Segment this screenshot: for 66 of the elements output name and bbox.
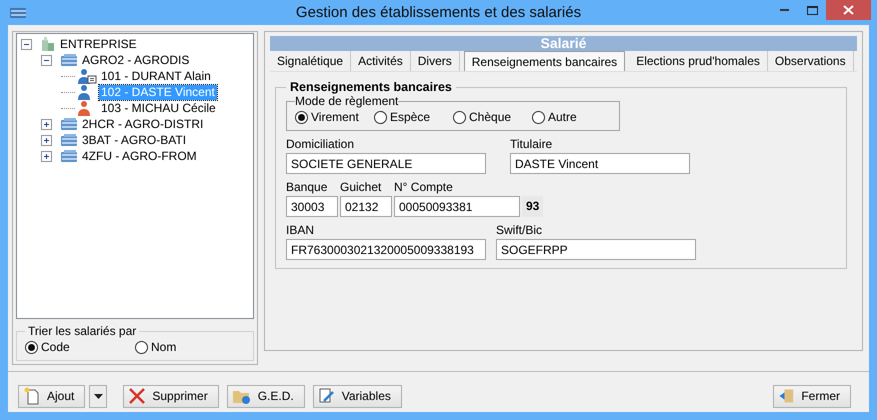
documents-button[interactable]: G.E.D. [226, 384, 305, 408]
expander-icon[interactable] [41, 134, 52, 146]
radio-button[interactable]: Chèque [453, 110, 532, 124]
radio-button[interactable]: Autre [532, 110, 611, 124]
expander-icon[interactable] [41, 118, 52, 130]
variables-button[interactable]: Variables [312, 384, 402, 408]
tab[interactable]: Divers [410, 51, 460, 71]
folder-stack-icon [60, 133, 78, 147]
field-label: Domiciliation [286, 137, 356, 151]
tree-item[interactable]: AGRO2 - AGRODIS [80, 52, 192, 68]
group-title: Renseignements bancaires [289, 80, 453, 94]
field-label: Swift/Bic [496, 223, 544, 237]
tab[interactable]: Activités [351, 51, 411, 71]
close-window-button[interactable]: Fermer [773, 384, 851, 408]
radio-button[interactable]: Virement [295, 110, 374, 124]
tree-item[interactable]: 3BAT - AGRO-BATI [80, 132, 188, 148]
input-field[interactable]: 30003 [286, 196, 338, 217]
exit-door-icon [778, 387, 796, 405]
field-label: Titulaire [510, 137, 554, 151]
close-button[interactable] [826, 0, 871, 20]
input-field[interactable]: FR7630003021320005009338193 [286, 239, 486, 260]
radio-button[interactable]: Code [25, 340, 135, 354]
tree-item[interactable]: 2HCR - AGRO-DISTRI [80, 116, 206, 132]
close-icon [843, 5, 854, 15]
tree-item[interactable]: 103 - MICHAU Cécile [99, 100, 218, 116]
tree-item[interactable]: 101 - DURANT Alain [99, 68, 213, 84]
radio-button[interactable]: Espèce [374, 110, 453, 124]
person-card-icon [77, 68, 97, 84]
field-label: N° Compte [394, 180, 454, 194]
input-field[interactable]: SOGEFRPP [496, 239, 696, 260]
panel-header: Salarié [270, 36, 857, 51]
folder-stack-icon [60, 53, 78, 67]
cross-icon [128, 387, 146, 405]
minimize-icon [780, 8, 788, 12]
add-button[interactable]: Ajout [18, 384, 86, 408]
expander-icon[interactable] [41, 54, 52, 66]
tree-item[interactable]: ENTREPRISE [58, 36, 139, 52]
expander-icon[interactable] [21, 38, 32, 50]
folder-stack-icon [60, 149, 78, 163]
tab[interactable]: Renseignements bancaires [464, 51, 626, 71]
app-icon [10, 6, 26, 18]
expander-icon[interactable] [41, 150, 52, 162]
field-label: Guichet [340, 180, 382, 194]
tab[interactable]: Elections prud'homales [629, 51, 768, 71]
group-title: Trier les salariés par [27, 324, 138, 338]
radio-button[interactable]: Nom [135, 340, 245, 354]
input-field[interactable]: 02132 [340, 196, 392, 217]
input-field[interactable]: 00050093381 [394, 196, 520, 217]
group-title: Mode de règlement [295, 94, 398, 108]
tab[interactable]: Signalétique [270, 51, 352, 71]
input-field[interactable]: DASTE Vincent [510, 153, 690, 174]
field-label: IBAN [286, 223, 316, 237]
tree-item[interactable]: 4ZFU - AGRO-FROM [80, 148, 199, 164]
input-field[interactable]: SOCIETE GENERALE [286, 153, 486, 174]
delete-button[interactable]: Supprimer [123, 384, 219, 408]
window-title: Gestion des établissements et des salariés [294, 4, 582, 21]
folder-stack-icon [60, 117, 78, 131]
buildings-icon [40, 36, 56, 52]
key-value: 93 [522, 196, 544, 217]
edit-document-icon [318, 387, 336, 405]
tab[interactable]: Observations [768, 51, 854, 71]
field-label: Banque [286, 180, 328, 194]
maximize-icon [806, 6, 818, 14]
new-document-icon [23, 387, 41, 405]
dropdown-button[interactable] [89, 384, 108, 408]
caret-icon [94, 394, 103, 398]
